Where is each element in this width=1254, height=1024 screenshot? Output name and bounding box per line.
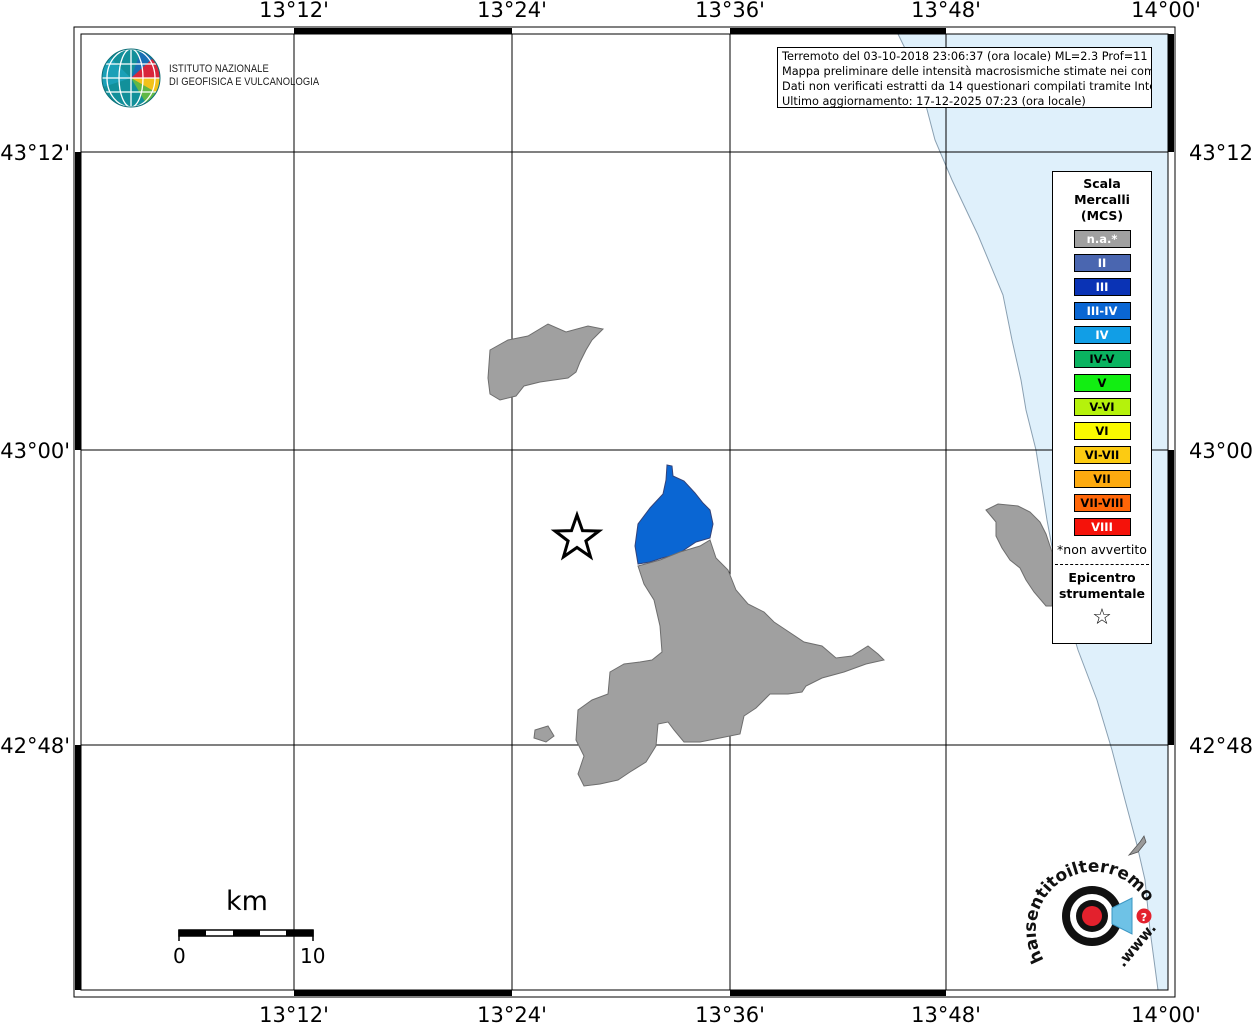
legend-note: *non avvertito	[1057, 542, 1147, 557]
legend-item: IV-V	[1073, 350, 1131, 368]
event-info-box: Terremoto del 03-10-2018 23:06:37 (ora l…	[777, 47, 1152, 108]
legend-item: n.a.*	[1073, 230, 1131, 248]
scale-unit-label: km	[226, 886, 268, 917]
epicenter-star[interactable]	[550, 510, 604, 561]
ingv-logo: ISTITUTO NAZIONALE DI GEOFISICA E VULCAN…	[100, 48, 320, 110]
scale-end-label: 10	[300, 944, 326, 968]
municipality-area-gray-4[interactable]	[985, 503, 1053, 607]
intensity-legend: Scala Mercalli (MCS) n.a.* II III III-IV IV I…	[1052, 171, 1152, 644]
lon-label-bottom: 13°48'	[911, 1003, 981, 1024]
ingv-name-line: DI GEOFISICA E VULCANOLOGIA	[169, 76, 320, 88]
legend-item: V	[1073, 374, 1131, 392]
legend-title-line: Mercalli	[1074, 192, 1130, 207]
legend-item: VI-VII	[1073, 446, 1131, 464]
scale-start-label: 0	[173, 944, 186, 968]
ingv-name-line: ISTITUTO NAZIONALE	[169, 63, 269, 75]
legend-item: VIII	[1073, 518, 1131, 536]
legend-item: III	[1073, 278, 1131, 296]
lat-label-left: 43°00'	[0, 439, 70, 463]
legend-item: II	[1073, 254, 1131, 272]
lon-label-top: 14°00'	[1131, 0, 1201, 22]
legend-item: VI	[1073, 422, 1131, 440]
longitude-labels-bottom: 13°12' 13°24' 13°36' 13°48' 14°00'	[259, 1003, 1201, 1024]
lon-label-bottom: 14°00'	[1131, 1003, 1201, 1024]
lon-label-bottom: 13°12'	[259, 1003, 329, 1024]
ingv-globe-icon	[101, 48, 161, 108]
legend-star-icon: ☆	[1092, 605, 1112, 630]
lon-label-bottom: 13°36'	[695, 1003, 765, 1024]
lat-label-right: 43°00'	[1189, 439, 1254, 463]
event-info-line: Dati non verificati estratti da 14 quest…	[782, 80, 1152, 93]
scale-bar	[178, 929, 314, 941]
lon-label-top: 13°48'	[911, 0, 981, 22]
legend-title-line: Scala	[1083, 176, 1121, 191]
event-info-line: Ultimo aggiornamento: 17-12-2025 07:23 (…	[782, 95, 1086, 108]
legend-epicenter-line: Epicentro	[1068, 570, 1136, 585]
event-info-line: Mappa preliminare delle intensità macros…	[782, 65, 1152, 78]
longitude-labels-top: 13°12' 13°24' 13°36' 13°48' 14°00'	[259, 0, 1201, 22]
lat-label-left: 42°48'	[0, 734, 70, 758]
latitude-labels-right: 43°12' 43°00' 42°48'	[1189, 141, 1254, 758]
legend-epicenter-line: strumentale	[1058, 586, 1146, 601]
legend-items: n.a.* II III III-IV IV IV-V V V-VI VI VI-VII VII VI…	[1053, 230, 1151, 536]
legend-item: III-IV	[1073, 302, 1131, 320]
latitude-labels-left: 43°12' 43°00' 42°48'	[0, 141, 70, 758]
legend-item: IV	[1073, 326, 1131, 344]
legend-title-line: (MCS)	[1080, 208, 1124, 223]
legend-epicenter-label: Epicentro strumentale	[1053, 570, 1151, 602]
legend-item: V-VI	[1073, 398, 1131, 416]
lon-label-top: 13°24'	[477, 0, 547, 22]
lon-label-bottom: 13°24'	[477, 1003, 547, 1024]
lat-label-right: 42°48'	[1189, 734, 1254, 758]
ingv-name: ISTITUTO NAZIONALE DI GEOFISICA E VULCAN…	[169, 63, 319, 89]
haisentito-logo[interactable]: haisentitoilterremoto.it ? .www.	[1026, 860, 1162, 980]
lon-label-top: 13°12'	[259, 0, 329, 22]
legend-item: VII-VIII	[1073, 494, 1131, 512]
event-info-line: Terremoto del 03-10-2018 23:06:37 (ora l…	[782, 50, 1152, 63]
legend-item: VII	[1073, 470, 1131, 488]
municipality-area-gray-3[interactable]	[533, 725, 555, 743]
lat-label-left: 43°12'	[0, 141, 70, 165]
legend-title: Scala Mercalli (MCS)	[1053, 176, 1151, 224]
municipality-area-gray-1[interactable]	[487, 323, 605, 401]
legend-divider	[1055, 564, 1149, 565]
lat-label-right: 43°12'	[1189, 141, 1254, 165]
lon-label-top: 13°36'	[695, 0, 765, 22]
